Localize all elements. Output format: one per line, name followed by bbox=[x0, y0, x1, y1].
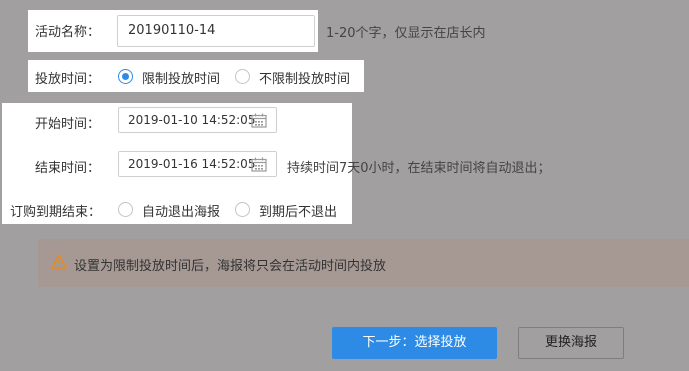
start-label: 开始时间： bbox=[35, 117, 101, 132]
radio-unlimited-label[interactable]: 不限制投放时间 bbox=[259, 68, 350, 87]
warning-text: 设置为限制投放时间后，海报将只会在活动时间内投放 bbox=[74, 259, 387, 274]
radio-unlimited[interactable] bbox=[235, 69, 250, 84]
radio-auto-exit-label[interactable]: 自动退出海报 bbox=[142, 201, 220, 220]
calendar-icon[interactable] bbox=[251, 157, 267, 172]
next-step-button[interactable]: 下一步：选择投放 bbox=[332, 327, 497, 359]
start-date-value: 2019-01-10 14:52:05 bbox=[128, 113, 256, 127]
radio-no-exit[interactable] bbox=[235, 202, 250, 217]
change-poster-button[interactable]: 更换海报 bbox=[518, 327, 624, 359]
end-date-value: 2019-01-16 14:52:05 bbox=[128, 157, 256, 171]
name-label: 活动名称： bbox=[35, 25, 101, 40]
radio-limited-label[interactable]: 限制投放时间 bbox=[142, 68, 220, 87]
expire-label: 订购到期结束： bbox=[10, 205, 102, 220]
start-date-picker[interactable]: 2019-01-10 14:52:05 bbox=[118, 107, 277, 133]
calendar-icon[interactable] bbox=[251, 113, 267, 128]
radio-no-exit-label[interactable]: 到期后不退出 bbox=[259, 201, 337, 220]
radio-auto-exit[interactable] bbox=[118, 202, 133, 217]
duration-hint: 持续时间7天0小时，在结束时间将自动退出； bbox=[287, 161, 551, 176]
name-input[interactable]: 20190110-14 bbox=[117, 15, 315, 47]
period-label: 投放时间： bbox=[35, 72, 101, 87]
end-date-picker[interactable]: 2019-01-16 14:52:05 bbox=[118, 151, 277, 177]
radio-limited[interactable] bbox=[118, 69, 133, 84]
end-label: 结束时间： bbox=[35, 161, 101, 176]
name-hint: 1-20个字，仅显示在店长内 bbox=[326, 26, 486, 41]
warning-icon bbox=[51, 254, 67, 269]
